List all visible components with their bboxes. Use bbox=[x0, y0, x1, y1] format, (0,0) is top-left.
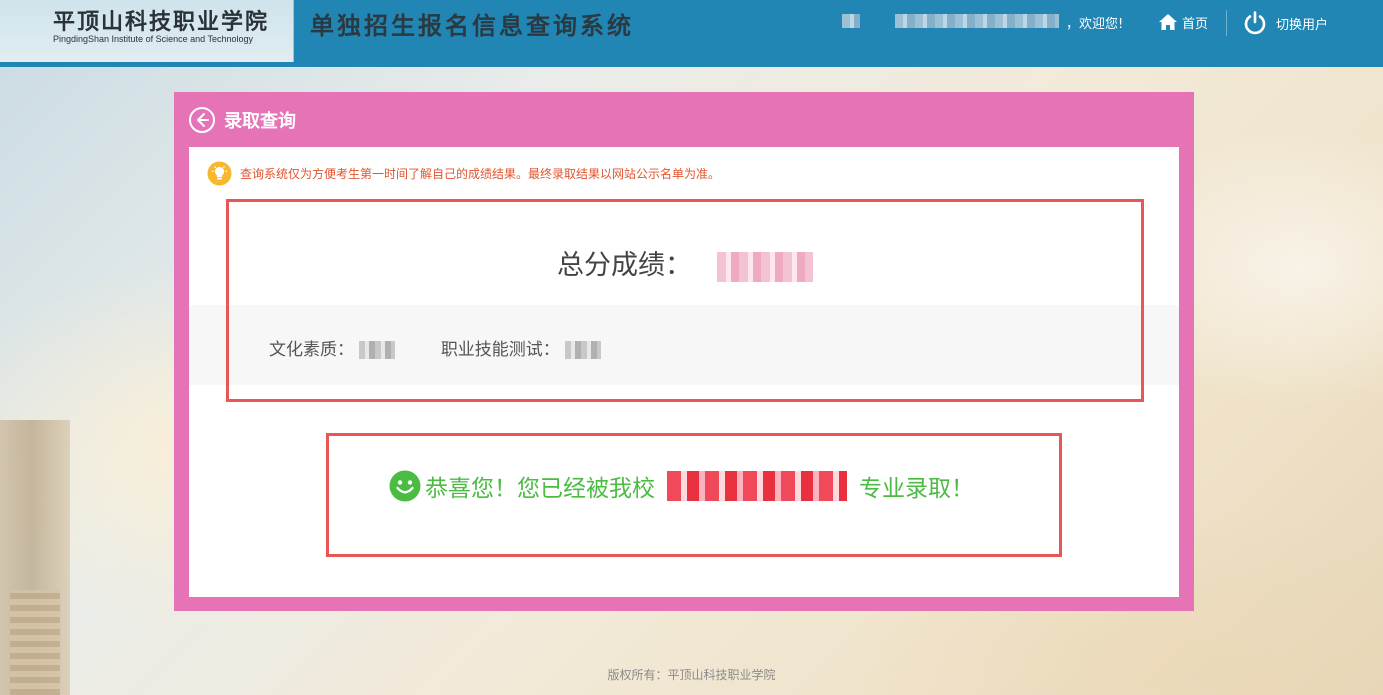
home-link[interactable]: 首页 bbox=[1158, 11, 1208, 33]
smile-icon bbox=[389, 470, 421, 502]
username-redacted bbox=[842, 14, 860, 28]
back-to-query[interactable]: 录取查询 bbox=[188, 106, 296, 134]
back-arrow-icon bbox=[189, 107, 215, 133]
card-body: 查询系统仅为方便考生第一时间了解自己的成绩结果。最终录取结果以网站公示名单为准。… bbox=[189, 147, 1179, 597]
major-name-redacted bbox=[667, 471, 847, 501]
system-title: 单独招生报名信息查询系统 bbox=[310, 11, 634, 40]
admission-result: 恭喜您！您已经被我校 专业录取！ bbox=[389, 469, 974, 503]
total-score-label: 总分成绩： bbox=[557, 250, 692, 281]
home-icon bbox=[1159, 14, 1177, 30]
school-name-cn: 平顶山科技职业学院 bbox=[53, 9, 270, 35]
welcome-text: ，欢迎您! bbox=[1066, 17, 1124, 32]
sub-scores: 文化素质： 职业技能测试： bbox=[269, 335, 641, 360]
admission-query-card: 录取查询 查询系统仅为方便考生第一时间了解自己的成绩结果。最终录取结果以网站公示… bbox=[174, 92, 1194, 611]
school-logo[interactable]: 平顶山科技职业学院 PingdingShan Institute of Scie… bbox=[0, 0, 294, 62]
admission-prefix: 恭喜您！您已经被我校 bbox=[425, 476, 655, 502]
total-score: 总分成绩： bbox=[557, 243, 813, 282]
school-name-en: PingdingShan Institute of Science and Te… bbox=[53, 34, 253, 44]
culture-score: 文化素质： bbox=[269, 335, 396, 360]
culture-score-label: 文化素质： bbox=[269, 340, 354, 360]
total-score-value-redacted bbox=[716, 251, 813, 282]
skill-score-label: 职业技能测试： bbox=[440, 340, 560, 360]
culture-score-value-redacted bbox=[359, 341, 396, 359]
home-label: 首页 bbox=[1182, 16, 1209, 32]
nav-divider bbox=[1226, 10, 1227, 36]
lightbulb-icon bbox=[207, 161, 232, 186]
footer-copyright: 版权所有：平顶山科技职业学院 bbox=[607, 668, 776, 682]
skill-score-value-redacted bbox=[565, 341, 602, 359]
skill-score: 职业技能测试： bbox=[440, 335, 602, 360]
score-highlight-box bbox=[226, 199, 1144, 402]
user-id-redacted bbox=[895, 14, 1059, 28]
power-icon bbox=[1244, 11, 1266, 35]
card-title: 录取查询 bbox=[224, 111, 296, 132]
notice-bar: 查询系统仅为方便考生第一时间了解自己的成绩结果。最终录取结果以网站公示名单为准。 bbox=[207, 161, 720, 186]
switch-user-button[interactable]: 切换用户 bbox=[1242, 9, 1328, 37]
admission-suffix: 专业录取！ bbox=[859, 476, 974, 502]
top-header: 平顶山科技职业学院 PingdingShan Institute of Scie… bbox=[0, 0, 1383, 67]
notice-text: 查询系统仅为方便考生第一时间了解自己的成绩结果。最终录取结果以网站公示名单为准。 bbox=[240, 167, 721, 181]
switch-user-label: 切换用户 bbox=[1276, 17, 1329, 33]
